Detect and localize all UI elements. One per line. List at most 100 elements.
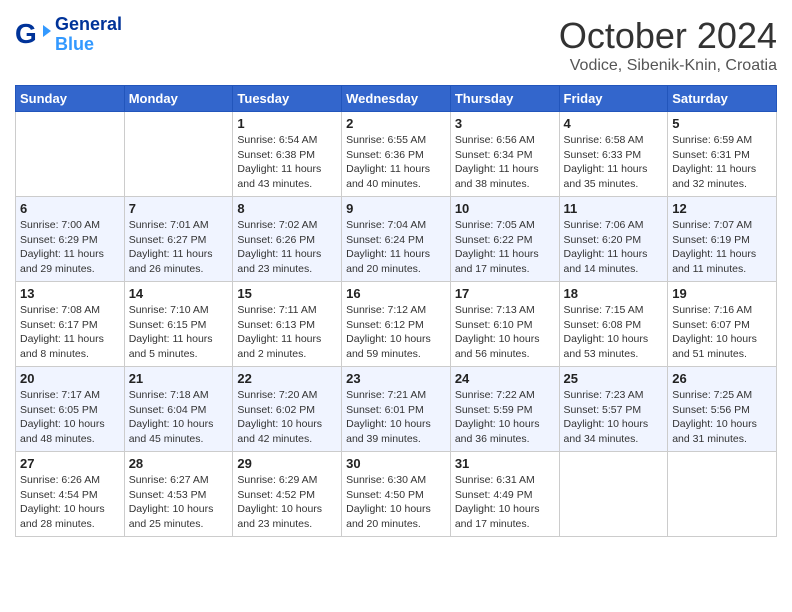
calendar-week-row: 27 Sunrise: 6:26 AM Sunset: 4:54 PM Dayli…	[16, 452, 777, 537]
calendar-week-row: 6 Sunrise: 7:00 AM Sunset: 6:29 PM Daylig…	[16, 197, 777, 282]
day-number: 10	[455, 201, 555, 216]
day-detail: Sunrise: 7:10 AM Sunset: 6:15 PM Dayligh…	[129, 303, 229, 362]
logo-line1: General	[55, 15, 122, 35]
day-number: 15	[237, 286, 337, 301]
day-detail: Sunrise: 7:04 AM Sunset: 6:24 PM Dayligh…	[346, 218, 446, 277]
day-detail: Sunrise: 6:26 AM Sunset: 4:54 PM Dayligh…	[20, 473, 120, 532]
day-number: 12	[672, 201, 772, 216]
calendar-day-cell: 25 Sunrise: 7:23 AM Sunset: 5:57 PM Dayli…	[559, 367, 668, 452]
day-detail: Sunrise: 6:31 AM Sunset: 4:49 PM Dayligh…	[455, 473, 555, 532]
day-detail: Sunrise: 7:16 AM Sunset: 6:07 PM Dayligh…	[672, 303, 772, 362]
calendar-day-cell: 30 Sunrise: 6:30 AM Sunset: 4:50 PM Dayli…	[342, 452, 451, 537]
day-number: 18	[564, 286, 664, 301]
calendar-day-cell: 24Sunrise: 7:22 AM Sunset: 5:59 PM Dayli…	[450, 367, 559, 452]
day-detail: Sunrise: 7:00 AM Sunset: 6:29 PM Dayligh…	[20, 218, 120, 277]
day-number: 21	[129, 371, 229, 386]
title-area: October 2024 Vodice, Sibenik-Knin, Croat…	[559, 15, 777, 75]
day-number: 14	[129, 286, 229, 301]
calendar-day-cell: 11 Sunrise: 7:06 AM Sunset: 6:20 PM Dayli…	[559, 197, 668, 282]
calendar-day-cell: 29 Sunrise: 6:29 AM Sunset: 4:52 PM Dayli…	[233, 452, 342, 537]
calendar-day-cell	[16, 112, 125, 197]
calendar-day-cell: 2 Sunrise: 6:55 AM Sunset: 6:36 PM Daylig…	[342, 112, 451, 197]
day-number: 9	[346, 201, 446, 216]
calendar-day-cell	[124, 112, 233, 197]
weekday-header: Wednesday	[342, 86, 451, 112]
day-detail: Sunrise: 7:01 AM Sunset: 6:27 PM Dayligh…	[129, 218, 229, 277]
day-number: 25	[564, 371, 664, 386]
day-detail: Sunrise: 7:08 AM Sunset: 6:17 PM Dayligh…	[20, 303, 120, 362]
day-detail: Sunrise: 6:54 AM Sunset: 6:38 PM Dayligh…	[237, 133, 337, 192]
day-number: 3	[455, 116, 555, 131]
calendar-week-row: 13Sunrise: 7:08 AM Sunset: 6:17 PM Dayli…	[16, 282, 777, 367]
weekday-header: Thursday	[450, 86, 559, 112]
day-detail: Sunrise: 6:58 AM Sunset: 6:33 PM Dayligh…	[564, 133, 664, 192]
day-number: 8	[237, 201, 337, 216]
day-detail: Sunrise: 6:56 AM Sunset: 6:34 PM Dayligh…	[455, 133, 555, 192]
day-number: 19	[672, 286, 772, 301]
calendar-table: SundayMondayTuesdayWednesdayThursdayFrid…	[15, 85, 777, 537]
calendar-day-cell: 13Sunrise: 7:08 AM Sunset: 6:17 PM Dayli…	[16, 282, 125, 367]
day-number: 28	[129, 456, 229, 471]
weekday-header: Friday	[559, 86, 668, 112]
calendar-day-cell: 17 Sunrise: 7:13 AM Sunset: 6:10 PM Dayli…	[450, 282, 559, 367]
logo-icon: G	[15, 17, 51, 53]
weekday-header: Saturday	[668, 86, 777, 112]
calendar-day-cell: 21 Sunrise: 7:18 AM Sunset: 6:04 PM Dayli…	[124, 367, 233, 452]
calendar-day-cell: 9 Sunrise: 7:04 AM Sunset: 6:24 PM Daylig…	[342, 197, 451, 282]
day-detail: Sunrise: 7:23 AM Sunset: 5:57 PM Dayligh…	[564, 388, 664, 447]
day-detail: Sunrise: 7:06 AM Sunset: 6:20 PM Dayligh…	[564, 218, 664, 277]
day-number: 20	[20, 371, 120, 386]
day-detail: Sunrise: 7:07 AM Sunset: 6:19 PM Dayligh…	[672, 218, 772, 277]
day-detail: Sunrise: 7:25 AM Sunset: 5:56 PM Dayligh…	[672, 388, 772, 447]
calendar-day-cell: 27 Sunrise: 6:26 AM Sunset: 4:54 PM Dayli…	[16, 452, 125, 537]
day-detail: Sunrise: 7:18 AM Sunset: 6:04 PM Dayligh…	[129, 388, 229, 447]
svg-text:G: G	[15, 18, 37, 49]
calendar-week-row: 20 Sunrise: 7:17 AM Sunset: 6:05 PM Dayli…	[16, 367, 777, 452]
day-number: 22	[237, 371, 337, 386]
calendar-day-cell: 28 Sunrise: 6:27 AM Sunset: 4:53 PM Dayli…	[124, 452, 233, 537]
day-number: 23	[346, 371, 446, 386]
day-detail: Sunrise: 6:27 AM Sunset: 4:53 PM Dayligh…	[129, 473, 229, 532]
calendar-day-cell	[668, 452, 777, 537]
logo: G General Blue	[15, 15, 122, 55]
day-number: 30	[346, 456, 446, 471]
day-detail: Sunrise: 7:02 AM Sunset: 6:26 PM Dayligh…	[237, 218, 337, 277]
day-detail: Sunrise: 7:15 AM Sunset: 6:08 PM Dayligh…	[564, 303, 664, 362]
calendar-day-cell: 6 Sunrise: 7:00 AM Sunset: 6:29 PM Daylig…	[16, 197, 125, 282]
calendar-day-cell: 18 Sunrise: 7:15 AM Sunset: 6:08 PM Dayli…	[559, 282, 668, 367]
day-number: 27	[20, 456, 120, 471]
logo-line2: Blue	[55, 35, 122, 55]
calendar-day-cell: 3 Sunrise: 6:56 AM Sunset: 6:34 PM Daylig…	[450, 112, 559, 197]
weekday-header: Sunday	[16, 86, 125, 112]
calendar-day-cell: 4Sunrise: 6:58 AM Sunset: 6:33 PM Daylig…	[559, 112, 668, 197]
calendar-day-cell: 5Sunrise: 6:59 AM Sunset: 6:31 PM Daylig…	[668, 112, 777, 197]
day-number: 7	[129, 201, 229, 216]
weekday-header: Monday	[124, 86, 233, 112]
day-detail: Sunrise: 7:13 AM Sunset: 6:10 PM Dayligh…	[455, 303, 555, 362]
day-number: 2	[346, 116, 446, 131]
calendar-day-cell: 7 Sunrise: 7:01 AM Sunset: 6:27 PM Daylig…	[124, 197, 233, 282]
day-number: 26	[672, 371, 772, 386]
day-detail: Sunrise: 6:59 AM Sunset: 6:31 PM Dayligh…	[672, 133, 772, 192]
day-number: 31	[455, 456, 555, 471]
day-number: 6	[20, 201, 120, 216]
month-title: October 2024	[559, 15, 777, 57]
day-detail: Sunrise: 7:05 AM Sunset: 6:22 PM Dayligh…	[455, 218, 555, 277]
day-detail: Sunrise: 6:30 AM Sunset: 4:50 PM Dayligh…	[346, 473, 446, 532]
day-number: 29	[237, 456, 337, 471]
calendar-day-cell: 15Sunrise: 7:11 AM Sunset: 6:13 PM Dayli…	[233, 282, 342, 367]
calendar-day-cell: 10 Sunrise: 7:05 AM Sunset: 6:22 PM Dayli…	[450, 197, 559, 282]
day-detail: Sunrise: 6:55 AM Sunset: 6:36 PM Dayligh…	[346, 133, 446, 192]
day-number: 24	[455, 371, 555, 386]
day-detail: Sunrise: 6:29 AM Sunset: 4:52 PM Dayligh…	[237, 473, 337, 532]
calendar-day-cell: 20 Sunrise: 7:17 AM Sunset: 6:05 PM Dayli…	[16, 367, 125, 452]
day-number: 17	[455, 286, 555, 301]
day-detail: Sunrise: 7:17 AM Sunset: 6:05 PM Dayligh…	[20, 388, 120, 447]
day-number: 11	[564, 201, 664, 216]
location-title: Vodice, Sibenik-Knin, Croatia	[559, 57, 777, 75]
calendar-day-cell	[559, 452, 668, 537]
day-detail: Sunrise: 7:21 AM Sunset: 6:01 PM Dayligh…	[346, 388, 446, 447]
day-detail: Sunrise: 7:20 AM Sunset: 6:02 PM Dayligh…	[237, 388, 337, 447]
header-area: G General Blue October 2024 Vodice, Sibe…	[15, 15, 777, 75]
calendar-day-cell: 14 Sunrise: 7:10 AM Sunset: 6:15 PM Dayli…	[124, 282, 233, 367]
